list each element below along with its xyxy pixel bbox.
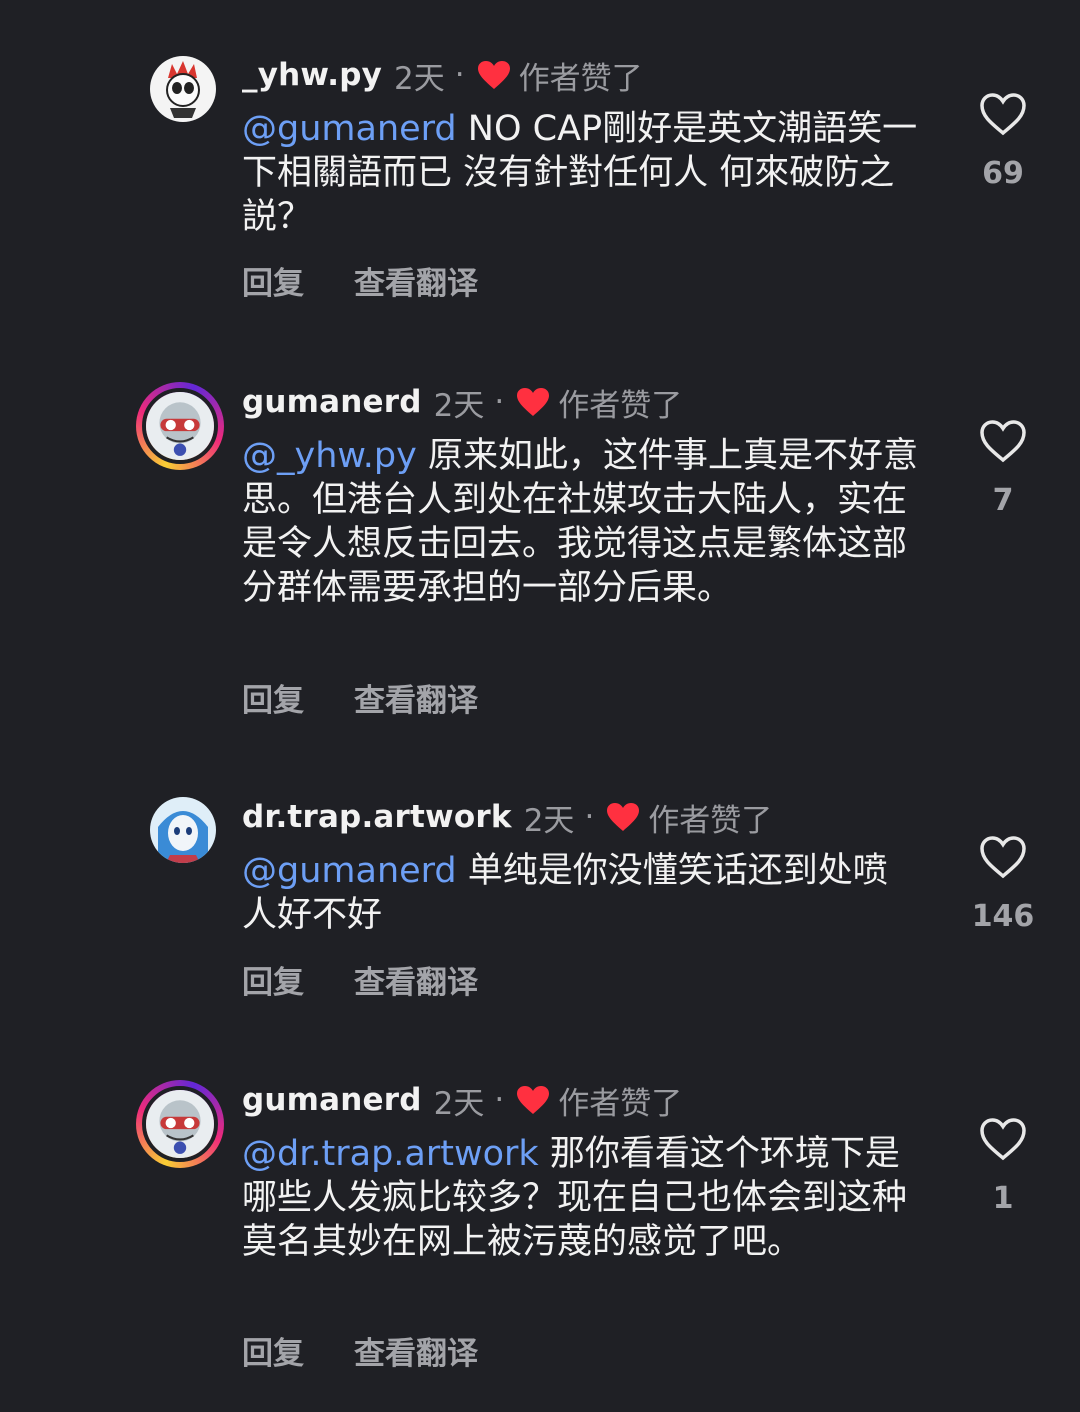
- reply-button[interactable]: 回复: [242, 675, 304, 720]
- comment-text: @gumanerd 单纯是你没懂笑话还到处喷人好不好: [242, 849, 922, 937]
- author-liked-heart-icon: [607, 803, 640, 831]
- author-liked-heart-icon: [517, 1086, 550, 1114]
- comment-header: gumanerd 2天 · 作者赞了: [242, 380, 682, 424]
- author-liked-label: 作者赞了: [518, 60, 643, 97]
- like-count: 1: [992, 1181, 1014, 1216]
- like-area: 7: [968, 419, 1038, 518]
- comment-header: gumanerd 2天 · 作者赞了: [242, 1078, 682, 1122]
- avatar[interactable]: [136, 1080, 224, 1168]
- author-liked-label: 作者赞了: [558, 387, 683, 424]
- separator-dot: ·: [494, 1082, 505, 1118]
- avatar[interactable]: [136, 382, 224, 470]
- avatar-image: [146, 1090, 214, 1158]
- username[interactable]: _yhw.py: [242, 57, 382, 93]
- author-liked-label: 作者赞了: [648, 802, 773, 839]
- separator-dot: ·: [454, 57, 465, 93]
- comment-header: dr.trap.artwork 2天 · 作者赞了: [242, 795, 772, 839]
- author-liked-label: 作者赞了: [558, 1085, 683, 1122]
- reply-button[interactable]: 回复: [242, 258, 304, 303]
- avatar[interactable]: [150, 56, 216, 122]
- separator-dot: ·: [584, 799, 595, 835]
- username[interactable]: dr.trap.artwork: [242, 799, 512, 835]
- author-liked-heart-icon: [517, 388, 550, 416]
- comment-text: @dr.trap.artwork 那你看看这个环境下是哪些人发疯比较多？现在自己…: [242, 1132, 922, 1264]
- author-liked-heart-icon: [477, 61, 510, 89]
- like-area: 146: [968, 835, 1038, 934]
- comment-header: _yhw.py 2天 · 作者赞了: [242, 53, 643, 97]
- avatar-image: [150, 797, 216, 863]
- reply-button[interactable]: 回复: [242, 957, 304, 1002]
- like-heart-icon[interactable]: [979, 835, 1027, 879]
- avatar-image: [150, 56, 216, 122]
- comment-actions: 回复 查看翻译: [242, 675, 478, 719]
- timestamp: 2天: [433, 1085, 485, 1122]
- like-count: 7: [992, 483, 1014, 518]
- timestamp: 2天: [523, 802, 575, 839]
- comment-actions: 回复 查看翻译: [242, 957, 478, 1001]
- see-translation-button[interactable]: 查看翻译: [354, 1328, 478, 1373]
- mention-link[interactable]: @_yhw.py: [242, 436, 417, 476]
- comment-actions: 回复 查看翻译: [242, 1328, 478, 1372]
- like-count: 146: [971, 899, 1035, 934]
- like-heart-icon[interactable]: [979, 419, 1027, 463]
- mention-link[interactable]: @gumanerd: [242, 851, 457, 891]
- avatar-image: [146, 392, 214, 460]
- timestamp: 2天: [433, 387, 485, 424]
- timestamp: 2天: [394, 60, 445, 97]
- separator-dot: ·: [494, 384, 505, 420]
- comment-text: @gumanerd NO CAP剛好是英文潮語笑一下相關語而已 沒有針對任何人 …: [242, 107, 922, 239]
- mention-link[interactable]: @gumanerd: [242, 109, 457, 149]
- like-heart-icon[interactable]: [979, 1117, 1027, 1161]
- like-heart-icon[interactable]: [979, 92, 1027, 136]
- avatar[interactable]: [150, 797, 216, 863]
- like-area: 69: [968, 92, 1038, 191]
- comment-text: @_yhw.py 原来如此，这件事上真是不好意思。但港台人到处在社媒攻击大陆人，…: [242, 434, 922, 610]
- see-translation-button[interactable]: 查看翻译: [354, 675, 478, 720]
- see-translation-button[interactable]: 查看翻译: [354, 957, 478, 1002]
- like-area: 1: [968, 1117, 1038, 1216]
- like-count: 69: [982, 156, 1024, 191]
- username[interactable]: gumanerd: [242, 384, 422, 420]
- username[interactable]: gumanerd: [242, 1082, 422, 1118]
- see-translation-button[interactable]: 查看翻译: [354, 258, 478, 303]
- reply-button[interactable]: 回复: [242, 1328, 304, 1373]
- mention-link[interactable]: @dr.trap.artwork: [242, 1134, 539, 1174]
- comment-actions: 回复 查看翻译: [242, 258, 478, 302]
